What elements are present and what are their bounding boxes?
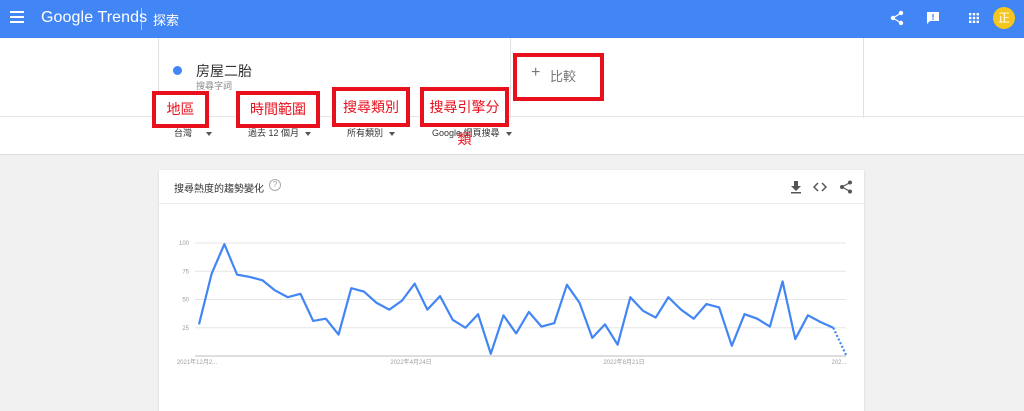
data-point[interactable]	[654, 316, 658, 320]
annotation-region: 地區	[152, 91, 209, 128]
app-bar: Google Trends 探索 正	[0, 0, 1024, 38]
card-title: 搜尋熱度的趨勢變化	[174, 184, 264, 195]
data-point[interactable]	[806, 313, 810, 317]
region-caret-icon	[206, 131, 213, 136]
annotation-category: 搜尋類別	[332, 87, 410, 127]
data-point[interactable]	[400, 299, 404, 303]
page-title: 探索	[153, 13, 180, 28]
data-point[interactable]	[514, 331, 518, 335]
apps-grid-icon[interactable]	[966, 10, 982, 26]
embed-code-icon[interactable]	[813, 180, 827, 194]
data-point[interactable]	[210, 272, 214, 276]
data-point[interactable]	[616, 343, 620, 347]
data-point[interactable]	[844, 353, 848, 357]
category-caret-icon	[389, 131, 396, 136]
data-point[interactable]	[768, 325, 772, 329]
category-value: 所有類別	[347, 128, 384, 138]
data-point[interactable]	[311, 319, 315, 323]
term-color-dot	[173, 66, 182, 75]
data-point[interactable]	[540, 325, 544, 329]
data-point[interactable]	[501, 313, 505, 317]
region-value: 台灣	[174, 128, 193, 138]
time-caret-icon	[305, 131, 312, 136]
search-property-dropdown[interactable]: Google 網頁搜尋	[432, 126, 512, 139]
data-point[interactable]	[603, 322, 607, 326]
feedback-icon[interactable]	[925, 10, 941, 26]
data-point[interactable]	[425, 308, 429, 312]
data-point[interactable]	[324, 317, 328, 321]
google-trends-logo[interactable]: Google Trends	[41, 9, 147, 27]
data-point[interactable]	[235, 273, 239, 277]
data-point[interactable]	[819, 320, 823, 324]
y-tick-label: 50	[182, 298, 189, 304]
help-icon[interactable]: ?	[269, 179, 281, 191]
data-point[interactable]	[298, 292, 302, 296]
logo-google-text: Google	[41, 9, 94, 26]
data-point[interactable]	[451, 318, 455, 322]
data-point[interactable]	[755, 317, 759, 321]
data-point[interactable]	[704, 302, 708, 306]
data-point[interactable]	[489, 352, 493, 356]
data-point[interactable]	[781, 279, 785, 283]
share-icon[interactable]	[889, 10, 905, 26]
card-divider	[159, 203, 864, 204]
annotation-time-range: 時間範圍	[236, 91, 320, 128]
data-point[interactable]	[375, 301, 379, 305]
data-point[interactable]	[628, 295, 632, 299]
data-point[interactable]	[565, 283, 569, 287]
avatar[interactable]: 正	[993, 7, 1015, 29]
data-point[interactable]	[362, 290, 366, 294]
data-point[interactable]	[717, 305, 721, 309]
data-point[interactable]	[222, 242, 226, 246]
data-point[interactable]	[387, 308, 391, 312]
y-tick-label: 25	[182, 326, 189, 332]
y-tick-label: 100	[179, 241, 190, 247]
share-icon[interactable]	[839, 180, 853, 194]
interest-line-chart[interactable]: 100 75 50 25 2021年12月2... 2022年4月24日 2022年8月21…	[159, 210, 864, 370]
partial-data-segment	[832, 327, 847, 356]
property-caret-icon	[505, 131, 512, 136]
category-dropdown[interactable]: 所有類別	[347, 126, 396, 139]
data-point[interactable]	[590, 336, 594, 340]
x-tick-label: 2021年12月2...	[177, 358, 218, 366]
y-tick-label: 75	[182, 269, 189, 275]
annotation-search-property: 搜尋引擎分類	[420, 87, 509, 147]
data-point[interactable]	[578, 301, 582, 305]
data-point[interactable]	[438, 294, 442, 298]
data-point[interactable]	[793, 337, 797, 341]
data-point[interactable]	[831, 326, 835, 330]
annotation-compare-box	[513, 53, 604, 101]
data-point[interactable]	[692, 317, 696, 321]
appbar-divider	[141, 8, 142, 30]
x-tick-label: 2022年4月24日	[390, 358, 431, 366]
download-icon[interactable]	[789, 180, 803, 194]
data-point[interactable]	[552, 321, 556, 325]
series-line[interactable]	[197, 243, 834, 355]
interest-over-time-card: 搜尋熱度的趨勢變化 ? 100 75 50 25 2021年12月2... 2022年4月…	[159, 170, 864, 411]
data-point[interactable]	[679, 308, 683, 312]
data-point[interactable]	[666, 295, 670, 299]
data-point[interactable]	[273, 288, 277, 292]
x-tick-label: 202...	[831, 360, 846, 366]
data-point[interactable]	[730, 344, 734, 348]
logo-trends-text: Trends	[97, 9, 148, 26]
data-point[interactable]	[248, 275, 252, 279]
data-point[interactable]	[349, 286, 353, 290]
data-point[interactable]	[413, 282, 417, 286]
time-range-value: 過去 12 個月	[248, 128, 300, 138]
data-point[interactable]	[337, 333, 341, 337]
menu-icon[interactable]	[10, 11, 24, 23]
x-tick-label: 2022年8月21日	[603, 358, 644, 366]
data-point[interactable]	[197, 322, 201, 326]
search-term-name[interactable]: 房屋二胎	[196, 61, 252, 81]
data-point[interactable]	[286, 295, 290, 299]
data-point[interactable]	[463, 326, 467, 330]
data-point[interactable]	[260, 278, 264, 282]
data-point[interactable]	[527, 310, 531, 314]
data-point[interactable]	[743, 312, 747, 316]
data-point[interactable]	[476, 312, 480, 316]
data-point[interactable]	[641, 309, 645, 313]
